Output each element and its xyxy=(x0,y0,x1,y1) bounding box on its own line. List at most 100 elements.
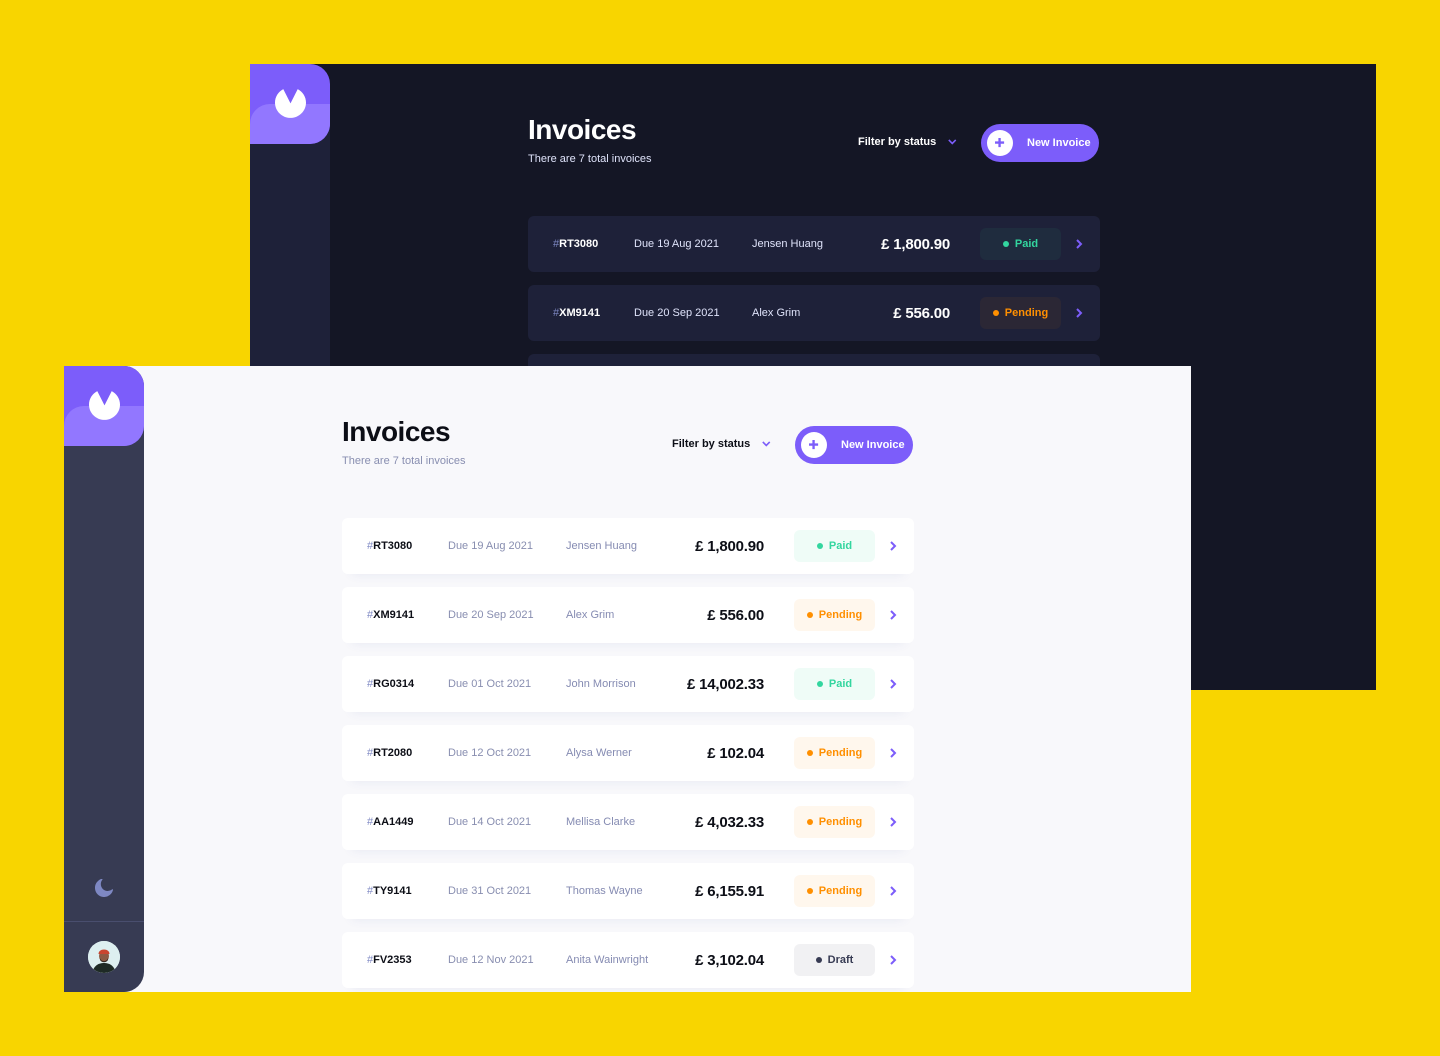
status-badge: Paid xyxy=(980,228,1061,260)
chevron-right-icon[interactable] xyxy=(890,955,897,965)
plus-icon xyxy=(987,130,1013,156)
new-invoice-label: New Invoice xyxy=(841,439,905,451)
chevron-right-icon[interactable] xyxy=(890,610,897,620)
invoice-id: #AA1449 xyxy=(367,816,414,828)
invoice-row[interactable]: #RT3080 Due 19 Aug 2021 Jensen Huang £ 1,80… xyxy=(342,518,914,574)
invoice-amount: £ 6,155.91 xyxy=(695,882,764,900)
sidebar xyxy=(64,366,144,992)
client-name: Alex Grim xyxy=(752,307,801,319)
status-badge: Pending xyxy=(794,599,875,631)
invoice-id: #RG0314 xyxy=(367,678,415,690)
filter-by-status-dropdown[interactable]: Filter by status xyxy=(672,438,771,450)
invoice-amount: £ 556.00 xyxy=(893,304,950,322)
status-badge: Pending xyxy=(794,806,875,838)
user-avatar[interactable] xyxy=(88,941,120,973)
invoice-id: #TY9141 xyxy=(367,885,412,897)
due-date: Due 12 Oct 2021 xyxy=(448,747,532,759)
new-invoice-label: New Invoice xyxy=(1027,137,1091,149)
invoice-amount: £ 102.04 xyxy=(707,744,764,762)
page-header: Invoices There are 7 total invoices Filt… xyxy=(528,64,1100,216)
chevron-down-icon xyxy=(948,139,957,145)
status-dot xyxy=(815,957,822,963)
due-date: Due 20 Sep 2021 xyxy=(634,307,720,319)
invoice-amount: £ 1,800.90 xyxy=(881,235,950,253)
chevron-right-icon[interactable] xyxy=(890,748,897,758)
chevron-right-icon[interactable] xyxy=(890,679,897,689)
chevron-right-icon[interactable] xyxy=(1076,308,1083,318)
avatar-image xyxy=(88,941,120,973)
due-date: Due 19 Aug 2021 xyxy=(634,238,720,250)
invoice-amount: £ 1,800.90 xyxy=(695,537,764,555)
invoice-row[interactable]: #RT2080 Due 12 Oct 2021 Alysa Werner £ 102.… xyxy=(342,725,914,781)
invoice-amount: £ 4,032.33 xyxy=(695,813,764,831)
due-date: Due 31 Oct 2021 xyxy=(448,885,532,897)
invoice-count: There are 7 total invoices xyxy=(342,455,466,467)
invoice-row[interactable]: #XM9141 Due 20 Sep 2021 Alex Grim £ 556.… xyxy=(528,285,1100,341)
status-badge: Pending xyxy=(794,737,875,769)
logo[interactable] xyxy=(64,366,144,446)
page-header: Invoices There are 7 total invoices Filt… xyxy=(342,366,914,518)
status-badge: Pending xyxy=(794,875,875,907)
invoice-row[interactable]: #XM9141 Due 20 Sep 2021 Alex Grim £ 556.00 P… xyxy=(342,587,914,643)
main-content: Invoices There are 7 total invoices Filt… xyxy=(342,366,914,988)
filter-label: Filter by status xyxy=(858,136,937,148)
due-date: Due 14 Oct 2021 xyxy=(448,816,532,828)
invoice-app-light-theme: Invoices There are 7 total invoices Filt… xyxy=(64,366,1191,992)
due-date: Due 01 Oct 2021 xyxy=(448,678,532,690)
chevron-right-icon[interactable] xyxy=(1076,239,1083,249)
status-badge: Paid xyxy=(794,668,875,700)
page-title: Invoices xyxy=(342,416,451,447)
status-badge: Paid xyxy=(794,530,875,562)
filter-by-status-dropdown[interactable]: Filter by status xyxy=(858,136,957,148)
chevron-down-icon xyxy=(762,441,771,447)
invoice-amount: £ 3,102.04 xyxy=(695,951,764,969)
invoice-count: There are 7 total invoices xyxy=(528,153,652,165)
client-name: Mellisa Clarke xyxy=(566,816,636,828)
status-badge: Pending xyxy=(980,297,1061,329)
main-content: Invoices There are 7 total invoices Filt… xyxy=(528,64,1100,410)
page-title: Invoices xyxy=(528,114,637,145)
status-dot xyxy=(992,310,999,316)
status-dot xyxy=(806,819,813,825)
new-invoice-button[interactable]: New Invoice xyxy=(981,124,1099,162)
invoice-row[interactable]: #AA1449 Due 14 Oct 2021 Mellisa Clarke £ 4,… xyxy=(342,794,914,850)
invoice-id: #RT3080 xyxy=(367,540,413,552)
client-name: John Morrison xyxy=(566,678,636,690)
invoice-amount: £ 14,002.33 xyxy=(686,675,764,693)
invoice-list: #RT3080 Due 19 Aug 2021 Jensen Huang £ 1,80… xyxy=(342,518,914,988)
client-name: Alex Grim xyxy=(566,609,615,621)
new-invoice-button[interactable]: New Invoice xyxy=(795,426,913,464)
due-date: Due 20 Sep 2021 xyxy=(448,609,534,621)
chevron-right-icon[interactable] xyxy=(890,817,897,827)
due-date: Due 12 Nov 2021 xyxy=(448,954,534,966)
logo-mark-icon xyxy=(89,391,120,420)
plus-icon xyxy=(801,432,827,458)
due-date: Due 19 Aug 2021 xyxy=(448,540,534,552)
client-name: Alysa Werner xyxy=(566,747,632,759)
invoice-amount: £ 556.00 xyxy=(707,606,764,624)
status-dot xyxy=(806,750,813,756)
logo-mark-icon xyxy=(275,89,306,118)
logo[interactable] xyxy=(250,64,330,144)
theme-toggle-button[interactable] xyxy=(64,855,144,921)
invoice-row[interactable]: #RT3080 Due 19 Aug 2021 Jensen Huang £ 1… xyxy=(528,216,1100,272)
status-dot xyxy=(816,681,823,687)
status-dot xyxy=(1002,241,1009,247)
invoice-row[interactable]: #RG0314 Due 01 Oct 2021 John Morrison £ 14,… xyxy=(342,656,914,712)
status-badge: Draft xyxy=(794,944,875,976)
invoice-row[interactable]: #FV2353 Due 12 Nov 2021 Anita Wainwright £ … xyxy=(342,932,914,988)
client-name: Jensen Huang xyxy=(752,238,823,250)
invoice-id: #FV2353 xyxy=(367,954,412,966)
client-name: Thomas Wayne xyxy=(566,885,643,897)
client-name: Anita Wainwright xyxy=(566,954,649,966)
status-dot xyxy=(816,543,823,549)
chevron-right-icon[interactable] xyxy=(890,541,897,551)
moon-icon xyxy=(95,879,113,897)
filter-label: Filter by status xyxy=(672,438,751,450)
invoice-id: #XM9141 xyxy=(553,307,601,319)
invoice-row[interactable]: #TY9141 Due 31 Oct 2021 Thomas Wayne £ 6,15… xyxy=(342,863,914,919)
invoice-id: #RT2080 xyxy=(367,747,413,759)
chevron-right-icon[interactable] xyxy=(890,886,897,896)
status-dot xyxy=(806,888,813,894)
invoice-id: #RT3080 xyxy=(553,238,599,250)
